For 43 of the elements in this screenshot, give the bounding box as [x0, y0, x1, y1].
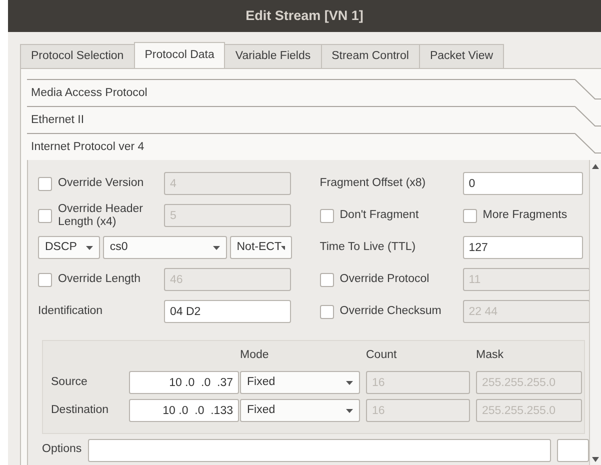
window-title: Edit Stream [VN 1]: [8, 0, 601, 32]
input-field[interactable]: 127: [462, 236, 583, 259]
input-field[interactable]: 04 D2: [164, 300, 291, 323]
caret-icon: [346, 408, 353, 413]
dropdown[interactable]: Fixed: [240, 371, 360, 394]
caret-icon: [281, 246, 285, 250]
scroll-up-icon[interactable]: [592, 164, 599, 169]
checkbox-label: Override Checksum: [340, 305, 442, 318]
field-label: Fragment Offset (x8): [320, 177, 427, 190]
input-field[interactable]: 10 .0 .0 .133: [129, 399, 239, 422]
checkbox-label: Don't Fragment: [340, 209, 419, 222]
caret-icon: [212, 246, 220, 250]
field-label: Identification: [38, 305, 104, 318]
input-field[interactable]: 0: [462, 172, 583, 195]
input-field[interactable]: 10 .0 .0 .37: [129, 371, 239, 394]
row-label: Source: [51, 375, 88, 390]
tab[interactable]: Protocol Selection: [20, 44, 135, 68]
caret-icon: [346, 380, 353, 385]
tab[interactable]: Stream Control: [320, 44, 420, 68]
dropdown[interactable]: DSCP: [38, 236, 100, 259]
tab[interactable]: Packet View: [418, 44, 504, 68]
checkbox-label: Override Header Length (x4): [58, 202, 144, 228]
dropdown[interactable]: Fixed: [240, 399, 360, 422]
dropdown[interactable]: cs0: [102, 236, 227, 259]
field-label: Time To Live (TTL): [320, 241, 417, 254]
scrollbar[interactable]: [589, 160, 601, 465]
row-label: Destination: [51, 403, 110, 418]
checkbox[interactable]: [320, 208, 334, 222]
input-field[interactable]: [88, 438, 551, 462]
scroll-down-icon[interactable]: [592, 457, 599, 462]
checkbox-label: Override Protocol: [340, 273, 430, 286]
tab[interactable]: Protocol Data: [134, 42, 226, 68]
checkbox-label: Override Version: [58, 177, 145, 190]
column-header: Mode: [240, 348, 270, 363]
dropdown[interactable]: Not-ECT: [230, 236, 292, 259]
column-header: Mask: [476, 348, 504, 363]
caret-icon: [86, 246, 93, 250]
checkbox-label: Override Length: [58, 273, 142, 286]
tab[interactable]: Variable Fields: [224, 44, 322, 68]
column-header: Count: [366, 348, 398, 363]
checkbox[interactable]: [462, 208, 477, 222]
checkbox-label: More Fragments: [482, 209, 568, 222]
field-label: Options: [42, 442, 82, 458]
